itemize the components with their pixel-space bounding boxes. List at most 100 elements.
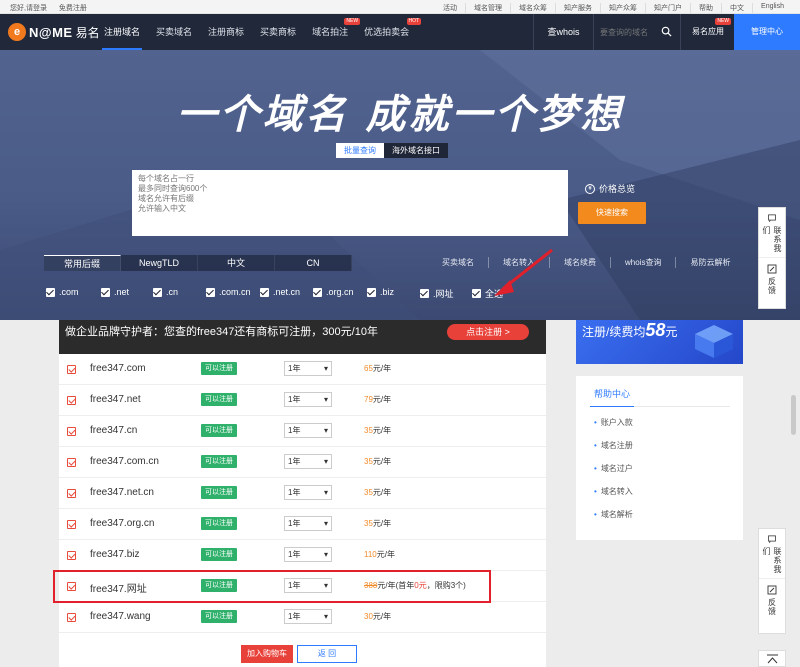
tab-chinese[interactable]: 中文 [198, 255, 275, 271]
price-value: 30 [364, 612, 373, 621]
check-label: .net.cn [273, 287, 301, 297]
years-select[interactable]: 1年 [284, 392, 332, 407]
status-badge: 可以注册 [201, 486, 237, 499]
status-badge: 可以注册 [201, 362, 237, 375]
feedback-button[interactable]: 反馈 [759, 258, 785, 308]
domain-query-box [132, 170, 568, 236]
price-unit: 元/年 [372, 364, 392, 373]
checkbox [153, 287, 162, 297]
price-value: 35 [364, 426, 373, 435]
row-checkbox[interactable] [67, 551, 76, 560]
help-item-domain-dns[interactable]: 域名解析 [594, 509, 633, 520]
check-org-cn[interactable]: .org.cn [313, 287, 354, 297]
contact-us-label: 联系我们 [762, 546, 782, 574]
nav-item-domain-auction[interactable]: 域名拍注 NEW [304, 14, 361, 50]
years-select[interactable]: 1年 [284, 485, 332, 500]
contact-us-button[interactable]: 联系我们 [759, 208, 785, 258]
topbar-link-help[interactable]: 帮助 [690, 3, 721, 13]
checkbox [420, 289, 429, 298]
years-select[interactable]: 1年 [284, 361, 332, 376]
topbar-link-domain-manage[interactable]: 域名管理 [465, 3, 510, 13]
tab-batch-query[interactable]: 批量查询 [336, 143, 384, 158]
tab-overseas-api[interactable]: 海外域名接口 [384, 143, 448, 158]
nav-item-premium-auction[interactable]: 优选拍卖会 HOT [356, 14, 422, 50]
price-overview-link[interactable]: ¥ 价格总览 [585, 182, 635, 195]
topbar-link-english[interactable]: English [752, 3, 792, 13]
checkbox [206, 287, 215, 297]
topbar-link-chinese[interactable]: 中文 [721, 3, 752, 13]
nav-item-label: 买卖域名 [156, 27, 193, 37]
row-checkbox[interactable] [67, 396, 76, 405]
logo-text: N@ME [29, 24, 73, 40]
back-to-top-button[interactable] [758, 650, 786, 667]
check-net-cn[interactable]: .net.cn [260, 287, 300, 297]
topbar-link-activity[interactable]: 活动 [435, 3, 465, 13]
nav-search-input[interactable] [594, 14, 656, 50]
quick-link-trade[interactable]: 买卖域名 [428, 257, 488, 268]
quick-link-dns[interactable]: 易防云解析 [675, 257, 744, 268]
topbar-link-ip-service[interactable]: 知产服务 [555, 3, 600, 13]
nav-item-label: 注册商标 [208, 27, 245, 37]
results-panel: 做企业品牌守护者：您查的free347还有商标可注册，300元/10年 点击注册… [59, 320, 546, 667]
promo-register-button[interactable]: 点击注册 > [447, 324, 529, 340]
table-row: free347.com 可以注册 1年 65元/年 [59, 354, 546, 385]
check-label: .com.cn [219, 287, 251, 297]
register-link[interactable]: 免费注册 [59, 5, 87, 12]
whois-selector[interactable]: 查whois [533, 14, 593, 50]
renew-price-banner[interactable]: 注册/续费均58元 [576, 320, 743, 364]
row-checkbox[interactable] [67, 365, 76, 374]
nav-item-trade-domain[interactable]: 买卖域名 [148, 14, 200, 50]
domain-query-input[interactable] [132, 170, 568, 236]
check-biz[interactable]: .biz [367, 287, 394, 297]
price-unit: 元/年 [372, 612, 392, 621]
add-to-cart-button[interactable]: 加入购物车 [241, 645, 293, 663]
banner-prefix: 注册/续费均 [582, 325, 646, 339]
check-cn[interactable]: .cn [153, 287, 178, 297]
quick-search-button[interactable]: 快速搜索 [578, 202, 646, 224]
nav-item-register-domain[interactable]: 注册域名 [96, 14, 148, 50]
domain-name: free347.biz [90, 549, 140, 560]
domain-name: free347.net.cn [90, 487, 154, 498]
help-item-domain-register[interactable]: 域名注册 [594, 440, 633, 451]
tab-newgtld[interactable]: NewgTLD [121, 255, 198, 271]
row-checkbox[interactable] [67, 427, 76, 436]
years-select[interactable]: 1年 [284, 423, 332, 438]
check-net[interactable]: .net [101, 287, 129, 297]
site-logo[interactable]: e N@ME 易名 [8, 22, 100, 42]
nav-item-register-trademark[interactable]: 注册商标 [200, 14, 252, 50]
years-select[interactable]: 1年 [284, 609, 332, 624]
tab-cn[interactable]: CN [275, 255, 352, 271]
tab-common-suffix[interactable]: 常用后缀 [44, 255, 121, 271]
search-icon[interactable] [661, 26, 672, 37]
check-com-cn[interactable]: .com.cn [206, 287, 251, 297]
contact-us-button[interactable]: 联系我们 [759, 529, 785, 579]
highlight-box [53, 570, 491, 603]
table-row: free347.org.cn 可以注册 1年 35元/年 [59, 509, 546, 540]
help-item-account-deposit[interactable]: 账户入款 [594, 417, 633, 428]
page-scrollbar[interactable] [791, 395, 796, 435]
row-checkbox[interactable] [67, 613, 76, 622]
topbar-link-ip-crowd[interactable]: 知产众筹 [600, 3, 645, 13]
login-link[interactable]: 您好,请登录 [10, 5, 47, 12]
years-select[interactable]: 1年 [284, 547, 332, 562]
years-select[interactable]: 1年 [284, 454, 332, 469]
back-button[interactable]: 返 回 [297, 645, 357, 663]
help-item-domain-transfer-owner[interactable]: 域名过户 [594, 463, 633, 474]
topbar-link-ip-portal[interactable]: 知产门户 [645, 3, 690, 13]
check-wangzhi[interactable]: .网址 [420, 287, 454, 300]
row-checkbox[interactable] [67, 458, 76, 467]
manage-center-button[interactable]: 管理中心 [734, 14, 800, 50]
app-button[interactable]: 易名应用 NEW [683, 14, 733, 50]
annotation-arrow-icon [494, 248, 553, 296]
topbar-link-domain-crowd[interactable]: 域名众筹 [510, 3, 555, 13]
row-checkbox[interactable] [67, 520, 76, 529]
check-label: .org.cn [326, 287, 354, 297]
help-item-domain-transfer-in[interactable]: 域名转入 [594, 486, 633, 497]
logo-mark-icon: e [8, 23, 26, 41]
years-select[interactable]: 1年 [284, 516, 332, 531]
check-com[interactable]: .com [46, 287, 79, 297]
feedback-button[interactable]: 反馈 [759, 579, 785, 633]
quick-link-whois[interactable]: whois查询 [610, 257, 675, 268]
nav-item-trade-trademark[interactable]: 买卖商标 [252, 14, 304, 50]
row-checkbox[interactable] [67, 489, 76, 498]
